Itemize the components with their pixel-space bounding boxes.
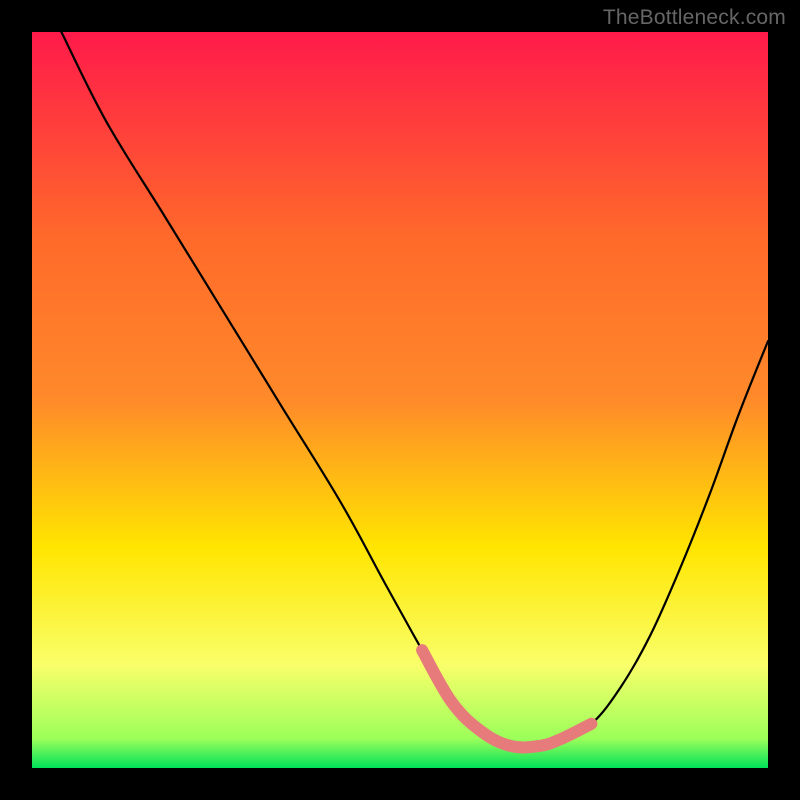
plot-frame	[32, 32, 768, 768]
watermark-text: TheBottleneck.com	[603, 6, 786, 30]
bottleneck-curve	[32, 32, 768, 768]
